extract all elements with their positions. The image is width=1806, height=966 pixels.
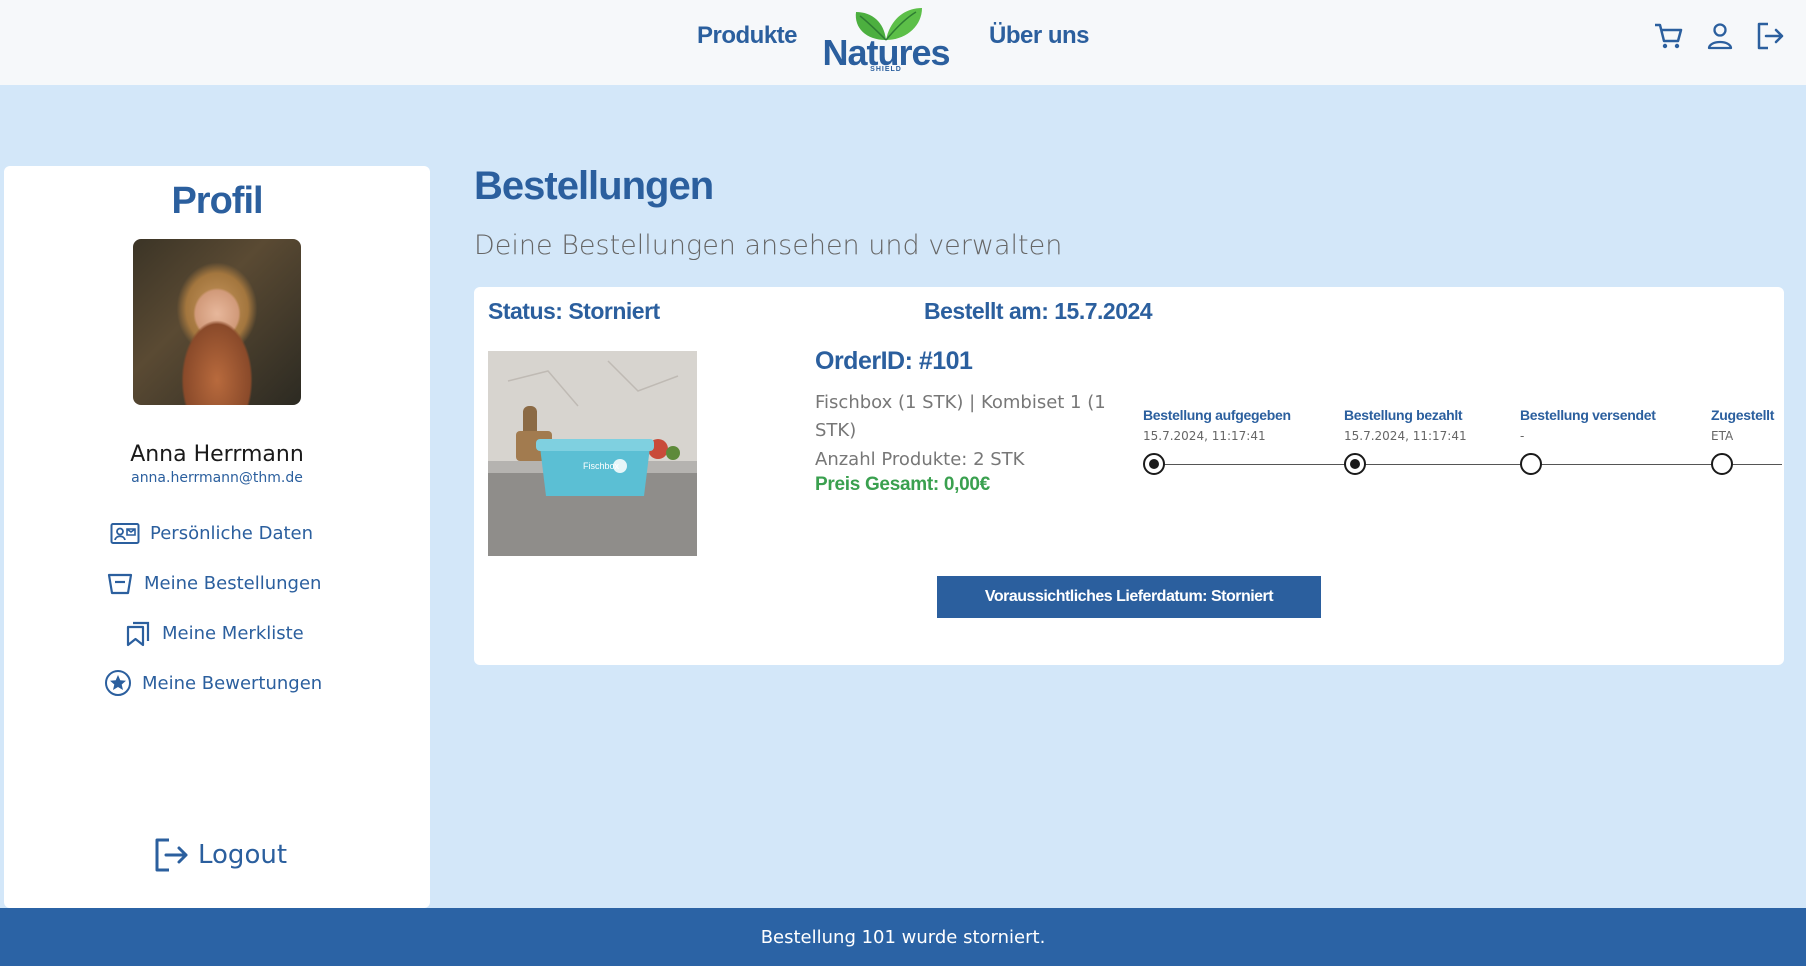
page-title: Bestellungen [474,164,714,208]
profile-sidebar: Profil Anna Herrmann anna.herrmann@thm.d… [4,166,430,908]
sidebar-item-reviews[interactable]: Meine Bewertungen [104,667,322,699]
product-image: Fischbox [488,351,697,556]
order-items-cont: STK) [815,420,857,441]
logout-icon[interactable] [1754,20,1786,52]
status-toast: Bestellung 101 wurde storniert. [0,908,1806,966]
nav-link-products[interactable]: Produkte [697,22,798,50]
order-status: Status: Storniert [488,298,660,324]
order-items: Fischbox (1 STK) | Kombiset 1 (1 [815,392,1106,413]
logo-subtext: SHIELD [870,66,902,73]
timeline-dot-paid [1344,453,1366,475]
user-email: anna.herrmann@thm.de [131,470,303,486]
nav-link-about[interactable]: Über uns [989,22,1090,50]
timeline-dot-delivered [1711,453,1733,475]
timeline-dot-placed [1143,453,1165,475]
sidebar-item-label: Meine Bewertungen [142,672,323,694]
order-card: Status: Storniert Bestellt am: 15.7.2024… [474,287,1784,665]
timeline-track [1156,464,1782,465]
bookmark-icon [126,621,150,647]
order-id: OrderID: #101 [815,347,973,375]
cart-icon[interactable] [1652,20,1684,52]
sidebar-item-wishlist[interactable]: Meine Merkliste [124,617,304,649]
sidebar-item-orders[interactable]: Meine Bestellungen [106,567,321,599]
timeline-step-placed: Bestellung aufgegeben 15.7.2024, 11:17:4… [1143,407,1291,443]
user-icon[interactable] [1704,20,1736,52]
page-subtitle: Deine Bestellungen ansehen und verwalten [474,230,1063,261]
basket-icon [107,573,133,595]
order-total-price: Preis Gesamt: 0,00€ [815,474,990,495]
natures-shield-logo[interactable]: Natures SHIELD [818,6,954,76]
logout-icon [155,838,188,872]
timeline-step-paid: Bestellung bezahlt 15.7.2024, 11:17:41 [1344,407,1467,443]
logout-button[interactable]: Logout [152,836,287,874]
order-date: Bestellt am: 15.7.2024 [924,298,1153,324]
star-icon [105,670,131,696]
timeline-dot-shipped [1520,453,1542,475]
sidebar-item-label: Meine Merkliste [162,622,304,644]
contact-card-icon [110,523,140,544]
timeline-step-shipped: Bestellung versendet - [1520,407,1656,443]
sidebar-title: Profil [171,180,263,222]
timeline-step-delivered: Zugestellt ETA [1711,407,1775,443]
logout-label: Logout [198,840,288,870]
avatar [133,239,301,405]
user-name: Anna Herrmann [130,442,304,467]
top-navigation-bar: Produkte Natures SHIELD Über uns [0,0,1806,85]
order-product-count: Anzahl Produkte: 2 STK [815,449,1025,470]
delivery-date-button[interactable]: Voraussichtliches Lieferdatum: Storniert [937,576,1321,618]
sidebar-item-personal-data[interactable]: Persönliche Daten [110,517,313,549]
sidebar-item-label: Persönliche Daten [150,522,314,544]
sidebar-item-label: Meine Bestellungen [144,572,322,594]
